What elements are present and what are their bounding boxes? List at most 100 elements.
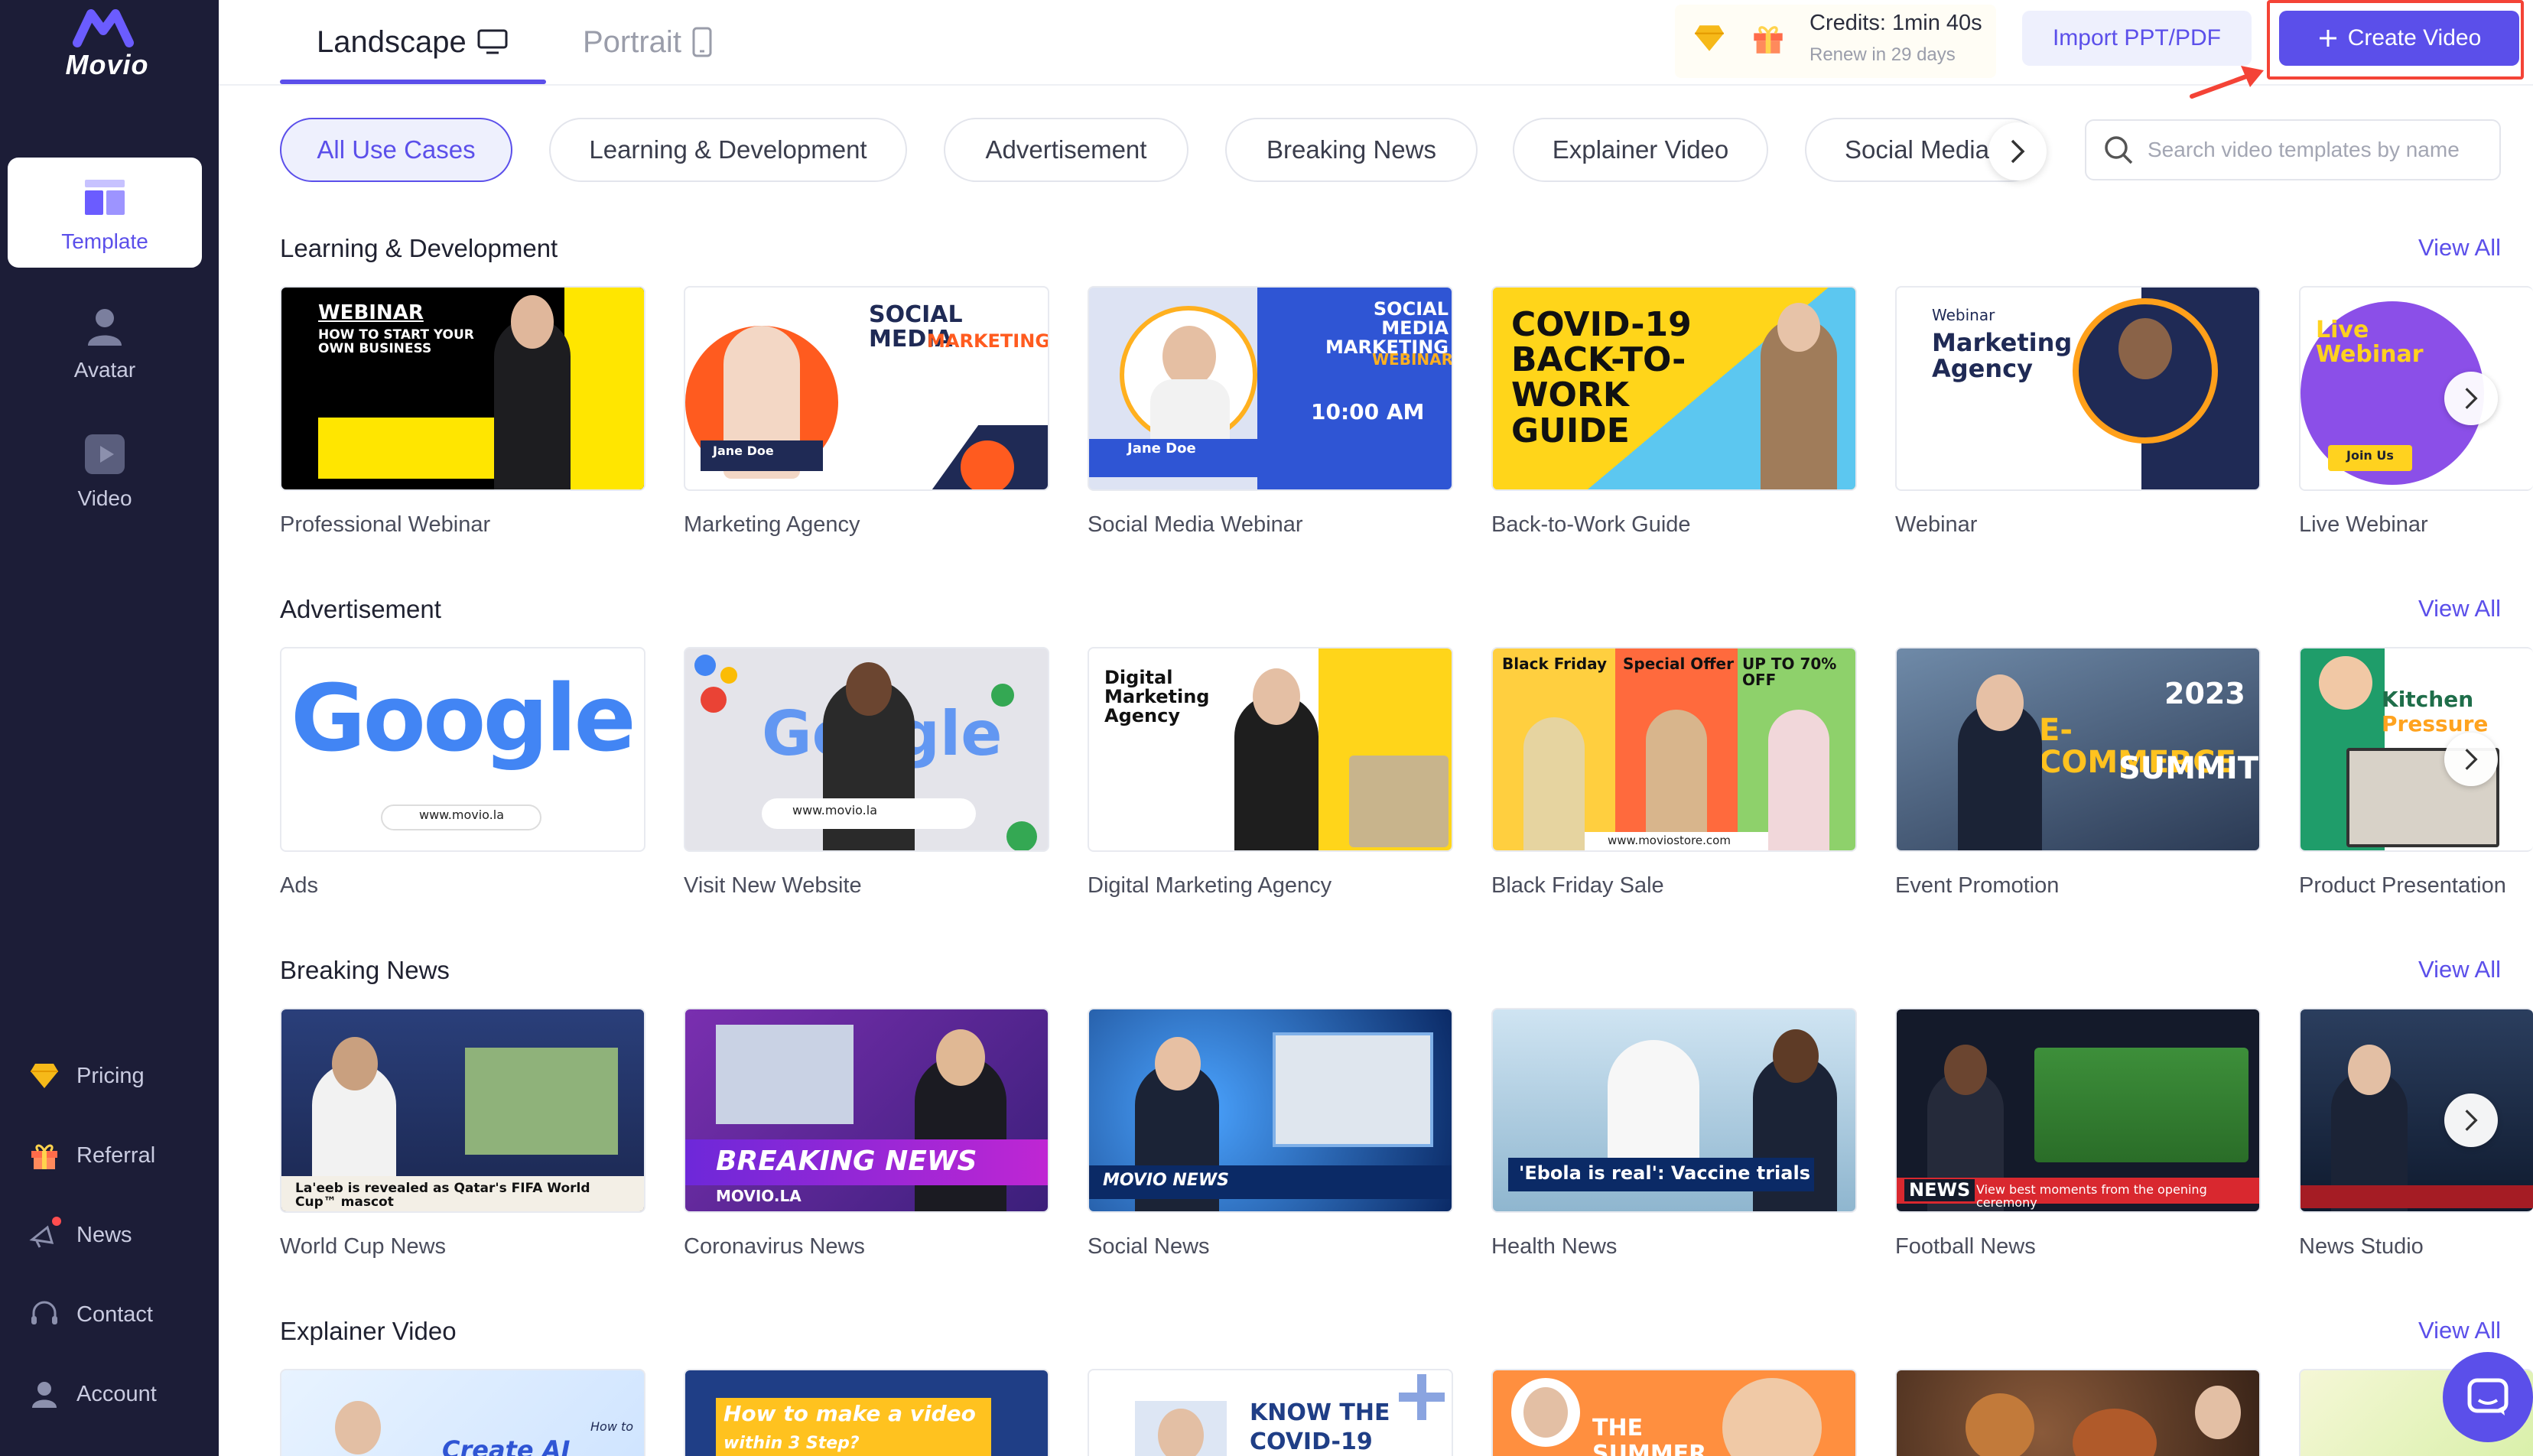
template-card[interactable]: Digital Marketing Agency [1088,647,1453,852]
thumb-text: View best moments from the opening cerem… [1976,1182,2207,1210]
create-video-button[interactable]: Create Video [2279,11,2519,66]
template-card[interactable]: 2023 E-COMMERCE SUMMIT [1895,647,2261,852]
template-card-label: Event Promotion [1895,873,2060,898]
view-all-link[interactable]: View All [2418,595,2501,622]
thumb-text: WEBINAR [318,301,424,324]
row-next-button[interactable] [2444,372,2498,425]
active-tab-indicator [280,80,546,84]
chevron-right-icon [2465,749,2478,770]
template-card[interactable]: MOVIO NEWS [1088,1008,1453,1213]
thumb-text: www.moviostore.com [1608,834,1731,847]
template-card[interactable]: BREAKING NEWS MOVIO.LA [684,1008,1049,1213]
template-card-label: Live Webinar [2299,512,2428,537]
sidebar-pricing[interactable]: Pricing [28,1057,145,1095]
notification-dot [52,1217,61,1226]
thumb-text: Google [291,666,636,772]
template-card[interactable] [1895,1369,2261,1456]
thumb-text: Pressure [2382,711,2489,736]
view-all-link[interactable]: View All [2418,956,2501,983]
import-ppt-button[interactable]: Import PPT/PDF [2022,11,2252,66]
monitor-icon [477,29,508,54]
search-box[interactable] [2085,119,2501,180]
template-card[interactable]: La'eeb is revealed as Qatar's FIFA World… [280,1008,645,1213]
filter-all-use-cases[interactable]: All Use Cases [280,118,512,182]
template-card-label: Football News [1895,1234,2036,1259]
thumb-text: HOW TO START YOUR OWN BUSINESS [318,327,474,356]
filters-next-button[interactable] [1988,122,2047,180]
thumb-text: Special Offer [1623,655,1734,673]
template-card[interactable]: NEWS View best moments from the opening … [1895,1008,2261,1213]
template-card[interactable]: COVID-19 BACK-TO-WORK GUIDE [1491,286,1857,491]
thumb-text: Digital Marketing Agency [1104,667,1210,727]
movio-logo[interactable]: Movio [54,8,161,92]
thumb-text: within 3 Step? [723,1434,860,1453]
sidebar-item-avatar[interactable]: Avatar [8,286,202,396]
sidebar-item-label: Avatar [73,358,136,382]
template-card-label: Social News [1088,1234,1210,1259]
template-card[interactable]: Google www.movio.la [280,647,645,852]
chat-support-button[interactable] [2443,1352,2533,1442]
section-title: Advertisement [280,595,441,623]
thumb-text: MOVIO NEWS [1103,1171,1229,1190]
filter-learning-development[interactable]: Learning & Development [549,118,907,182]
template-card[interactable]: THE SUMMER [1491,1369,1857,1456]
search-input[interactable] [2148,138,2484,162]
template-card[interactable]: Black Friday Special Offer UP TO 70% OFF… [1491,647,1857,852]
view-all-link[interactable]: View All [2418,234,2501,262]
template-card[interactable]: 'Ebola is real': Vaccine trials [1491,1008,1857,1213]
thumb-text: COVID-19 BACK-TO-WORK GUIDE [1511,305,1692,450]
avatar-icon [82,303,128,349]
thumb-text: BREAKING NEWS [716,1146,977,1177]
thumb-text: SOCIAL MEDIA MARKETING [1325,298,1449,359]
thumb-text: Jane Doe [1127,440,1196,457]
view-all-link[interactable]: View All [2418,1317,2501,1344]
filter-explainer-video[interactable]: Explainer Video [1513,118,1768,182]
video-icon [82,431,128,477]
tab-landscape[interactable]: Landscape [317,15,508,69]
template-card[interactable]: SOCIAL MEDIA MARKETING Jane Doe [684,286,1049,491]
template-card[interactable]: KNOW THE COVID-19 [1088,1369,1453,1456]
sidebar-account[interactable]: Account [28,1375,157,1413]
template-card[interactable]: SOCIAL MEDIA MARKETING WEBINAR 10:00 AM … [1088,286,1453,491]
row-next-button[interactable] [2444,1094,2498,1147]
sidebar-contact[interactable]: Contact [28,1295,153,1334]
thumb-text: How to [590,1419,634,1434]
sidebar-contact-label: Contact [76,1302,153,1327]
template-card[interactable]: Live Webinar Join Us [2299,286,2533,491]
template-card[interactable]: How to Create AI Video [280,1369,645,1456]
logo-mark-icon [73,9,134,47]
sidebar-item-label: Template [61,229,148,253]
sidebar-item-video[interactable]: Video [8,414,202,525]
tab-landscape-label: Landscape [317,24,467,59]
template-card[interactable]: Google www.movio.la [684,647,1049,852]
filter-breaking-news[interactable]: Breaking News [1225,118,1478,182]
plus-decor-icon [1399,1374,1445,1420]
user-icon [28,1377,61,1411]
template-card-label: Back-to-Work Guide [1491,512,1691,537]
thumb-text: THE [1592,1415,1644,1441]
sidebar-item-template[interactable]: Template [8,158,202,268]
thumb-text: Marketing Agency [1932,328,2073,383]
template-card[interactable] [2299,1008,2533,1213]
tab-portrait[interactable]: Portrait [583,15,712,69]
search-icon [2105,136,2133,164]
filter-advertisement[interactable]: Advertisement [944,118,1188,182]
template-card[interactable]: Webinar Marketing Agency [1895,286,2261,491]
row-next-button[interactable] [2444,733,2498,786]
thumb-text: 2023 [2164,677,2245,710]
sidebar-news[interactable]: News [28,1216,132,1254]
chevron-right-icon [2465,1110,2478,1131]
headset-icon [28,1298,61,1331]
template-card[interactable]: WEBINAR HOW TO START YOUR OWN BUSINESS [280,286,645,491]
template-card[interactable]: Kitchen Pressure [2299,647,2533,852]
news-icon [28,1217,61,1252]
sidebar-referral[interactable]: Referral [28,1136,155,1175]
thumb-text: WEBINAR [1372,350,1453,369]
thumb-text: www.movio.la [792,803,878,817]
credits-panel[interactable]: Credits: 1min 40s Renew in 29 days [1675,5,1996,78]
thumb-text: 'Ebola is real': Vaccine trials [1519,1162,1810,1184]
template-card-label: Black Friday Sale [1491,873,1664,898]
thumb-text: www.movio.la [419,808,505,822]
template-card[interactable]: How to make a video within 3 Step? [684,1369,1049,1456]
thumb-text: SUMMIT [2118,751,2259,786]
